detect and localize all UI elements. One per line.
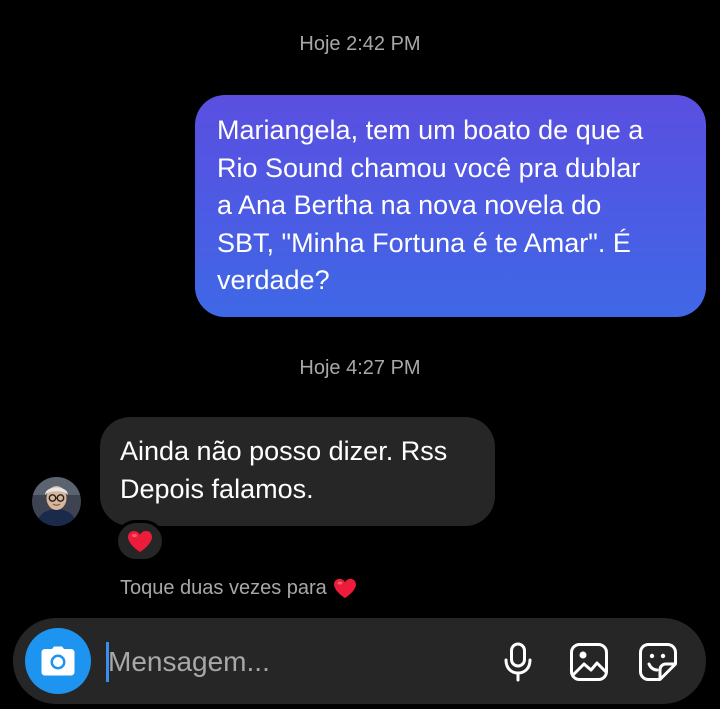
camera-icon (41, 646, 75, 676)
sticker-button[interactable] (635, 639, 681, 685)
message-line: a Ana Bertha na nova novela do (217, 190, 602, 220)
avatar-photo-icon (32, 477, 81, 526)
heart-reaction[interactable] (115, 520, 165, 562)
sticker-icon (639, 643, 677, 681)
double-tap-hint: Toque duas vezes para (120, 577, 357, 600)
heart-icon (128, 530, 152, 552)
camera-button[interactable] (25, 628, 91, 694)
message-composer (13, 618, 706, 704)
message-line: Mariangela, tem um boato de que a (217, 115, 644, 145)
heart-icon (333, 578, 356, 599)
timestamp: Hoje 2:42 PM (299, 33, 421, 55)
voice-message-button[interactable] (495, 639, 541, 685)
avatar[interactable] (32, 477, 81, 526)
message-line: Ainda não posso dizer. Rss (120, 436, 448, 466)
microphone-icon (504, 642, 532, 682)
outgoing-message-bubble[interactable]: Mariangela, tem um boato de que a Rio So… (195, 95, 706, 317)
message-line: verdade? (217, 265, 330, 295)
timestamp: Hoje 4:27 PM (299, 357, 421, 379)
message-line: SBT, "Minha Fortuna é te Amar". É (217, 227, 631, 258)
hint-text: Toque duas vezes para (120, 577, 327, 599)
message-input[interactable] (108, 642, 468, 682)
gallery-button[interactable] (566, 639, 612, 685)
gallery-icon (570, 643, 608, 681)
message-line: Rio Sound chamou você pra dublar (217, 152, 641, 183)
message-line: Depois falamos. (120, 473, 314, 504)
incoming-message-bubble[interactable]: Ainda não posso dizer. Rss Depois falamo… (100, 417, 495, 526)
